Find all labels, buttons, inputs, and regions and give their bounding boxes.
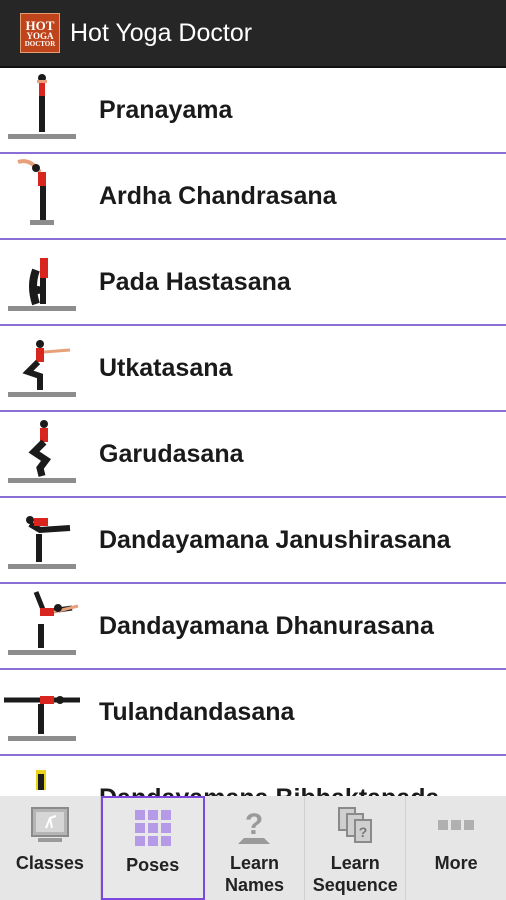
pose-list[interactable]: Pranayama Ardha Chandrasana Pada Hastasa…	[0, 68, 506, 796]
pose-name: Utkatasana	[99, 353, 233, 382]
classes-icon	[30, 807, 69, 842]
pose-name: Dandayamana Bibhaktapada	[99, 784, 439, 797]
yoga-pose-icon	[17, 159, 54, 225]
yoga-pose-icon	[8, 258, 76, 311]
tab-label: Classes	[15, 853, 84, 873]
pose-name: Pranayama	[99, 95, 233, 124]
pose-item-utkatasana[interactable]: Utkatasana	[0, 326, 506, 412]
pose-item-ardha-chandrasana[interactable]: Ardha Chandrasana	[0, 154, 506, 240]
pose-name: Pada Hastasana	[99, 267, 291, 296]
pose-name: Tulandandasana	[99, 697, 295, 726]
pose-item-pada-hastasana[interactable]: Pada Hastasana	[0, 240, 506, 326]
tab-more[interactable]: More	[406, 796, 506, 900]
grid-icon	[134, 810, 171, 846]
app-bar: HOT YOGA DOCTOR Hot Yoga Doctor	[0, 0, 506, 68]
bottom-tab-bar: Classes Poses ? Learn Names ? Learn Sequ…	[0, 796, 506, 900]
pose-name: Garudasana	[99, 439, 244, 468]
tab-learn-names[interactable]: ? Learn Names	[205, 796, 306, 900]
tab-label: Learn Names	[224, 853, 285, 895]
svg-text:?: ?	[245, 808, 263, 841]
pose-item-garudasana[interactable]: Garudasana	[0, 412, 506, 498]
pose-item-dandayamana-janushirasana[interactable]: Dandayamana Janushirasana	[0, 498, 506, 584]
svg-text:?: ?	[359, 824, 368, 840]
cards-icon: ?	[338, 807, 373, 843]
pose-item-pranayama[interactable]: Pranayama	[0, 68, 506, 154]
tab-label: Poses	[126, 855, 180, 875]
pose-name: Dandayamana Janushirasana	[99, 525, 451, 554]
app-title: Hot Yoga Doctor	[70, 18, 253, 47]
yoga-pose-icon	[8, 591, 79, 655]
pose-name: Ardha Chandrasana	[99, 181, 337, 210]
yoga-pose-icon	[8, 516, 76, 569]
tab-label: Learn Sequence	[312, 853, 398, 895]
question-icon: ?	[238, 808, 271, 844]
app-logo: HOT YOGA DOCTOR	[20, 13, 60, 53]
tab-learn-sequence[interactable]: ? Learn Sequence	[305, 796, 407, 900]
logo-line: DOCTOR	[24, 39, 56, 48]
yoga-pose-icon	[4, 696, 80, 741]
pose-name: Dandayamana Dhanurasana	[99, 611, 434, 640]
pose-item-tulandandasana[interactable]: Tulandandasana	[0, 670, 506, 756]
yoga-pose-icon	[8, 340, 76, 397]
tab-poses[interactable]: Poses	[100, 796, 205, 900]
yoga-pose-icon	[36, 770, 46, 790]
tab-label: More	[434, 853, 478, 873]
yoga-pose-icon	[8, 420, 76, 483]
more-icon	[438, 820, 475, 830]
yoga-pose-icon	[8, 74, 76, 139]
logo-line: HOT	[25, 17, 55, 33]
pose-item-dandayamana-dhanurasana[interactable]: Dandayamana Dhanurasana	[0, 584, 506, 670]
tab-classes[interactable]: Classes	[0, 796, 101, 900]
pose-item-dandayamana-bibhaktapada[interactable]: Dandayamana Bibhaktapada	[0, 756, 506, 796]
